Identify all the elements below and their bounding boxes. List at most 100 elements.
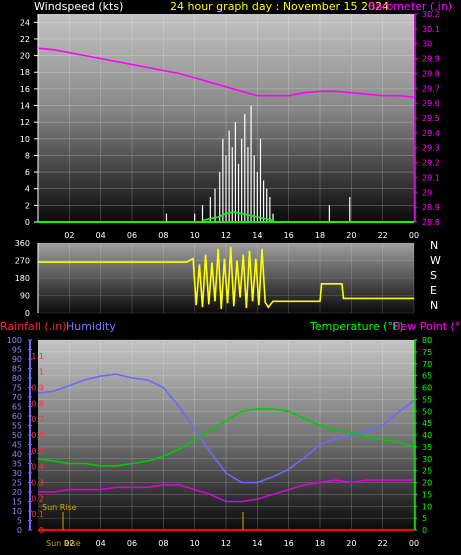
rainfall-tick-label: 0: [39, 526, 44, 535]
direction-tick-label: 270: [15, 257, 30, 266]
direction-tick-label: 180: [15, 274, 30, 283]
rainfall-tick-label: 1.1: [31, 352, 44, 361]
dewpoint-label: Dew Point (°F): [392, 320, 461, 333]
humidity-tick-label: 55: [12, 422, 22, 431]
barometer-tick-label: 29.5: [422, 114, 440, 123]
humidity-tick-label: 0: [17, 526, 22, 535]
compass-label: W: [430, 254, 441, 267]
temperature-tick-label: 50: [422, 407, 432, 416]
sunrise-plot-label: Sun Rise: [42, 503, 77, 512]
x-tick-label: 00: [409, 231, 419, 240]
x-tick-label: 22: [378, 539, 388, 548]
humidity-tick-label: 15: [12, 498, 22, 507]
humidity-tick-label: 70: [12, 393, 22, 402]
rainfall-tick-label: 0.7: [31, 415, 44, 424]
rainfall-tick-label: 0.4: [31, 463, 44, 472]
humidity-tick-label: 60: [12, 412, 22, 421]
x-tick-label: 08: [158, 539, 168, 548]
compass-label: E: [430, 284, 437, 297]
temperature-tick-label: 20: [422, 479, 432, 488]
windspeed-tick-label: 18: [20, 68, 30, 77]
graph-title: 24 hour graph day : November 15 2024: [170, 0, 389, 13]
x-tick-label: 04: [96, 539, 106, 548]
rainfall-tick-label: 0.8: [31, 399, 44, 408]
humidity-tick-label: 40: [12, 450, 22, 459]
x-tick-label: 14: [252, 539, 262, 548]
weather-graph: Windspeed (kts) 24 hour graph day : Nove…: [0, 0, 461, 555]
rainfall-label: Rainfall (.in): [0, 320, 67, 333]
x-tick-label: 02: [64, 231, 74, 240]
windspeed-tick-label: 14: [20, 102, 30, 111]
x-tick-label: 10: [190, 539, 200, 548]
x-tick-label: 12: [221, 539, 231, 548]
barometer-tick-label: 29.8: [422, 69, 440, 78]
windspeed-label: Windspeed (kts): [34, 0, 123, 13]
barometer-tick-label: 29.4: [422, 129, 440, 138]
barometer-tick-label: 30.2: [422, 10, 440, 19]
humidity-label: Humidity: [66, 320, 116, 333]
humidity-tick-label: 65: [12, 403, 22, 412]
temperature-tick-label: 10: [422, 502, 432, 511]
temperature-tick-label: 5: [422, 514, 427, 523]
barometer-tick-label: 29.9: [422, 55, 440, 64]
humidity-tick-label: 20: [12, 488, 22, 497]
barometer-tick-label: 29: [422, 188, 432, 197]
temperature-tick-label: 35: [422, 443, 432, 452]
rainfall-tick-label: 0.5: [31, 447, 44, 456]
barometer-tick-label: 29.3: [422, 144, 440, 153]
barometer-tick-label: 29.1: [422, 173, 440, 182]
temperature-tick-label: 55: [422, 395, 432, 404]
humidity-tick-label: 50: [12, 431, 22, 440]
compass-label: N: [430, 239, 438, 252]
x-tick-label: 18: [315, 231, 325, 240]
temperature-tick-label: 40: [422, 431, 432, 440]
windspeed-tick-label: 12: [20, 118, 30, 127]
temperature-tick-label: 80: [422, 336, 432, 345]
humidity-tick-label: 100: [7, 336, 22, 345]
direction-tick-label: 0: [25, 309, 30, 318]
barometer-tick-label: 30: [422, 40, 432, 49]
direction-tick-label: 90: [20, 292, 30, 301]
windspeed-tick-label: 10: [20, 135, 30, 144]
barometer-tick-label: 30.1: [422, 25, 440, 34]
compass-label: N: [430, 299, 438, 312]
windspeed-tick-label: 0: [25, 218, 30, 227]
rainfall-tick-label: 0.6: [31, 431, 44, 440]
humidity-tick-label: 35: [12, 460, 22, 469]
direction-tick-label: 360: [15, 239, 30, 248]
rainfall-tick-label: 0.3: [31, 479, 44, 488]
humidity-tick-label: 5: [17, 517, 22, 526]
windspeed-tick-label: 2: [25, 201, 30, 210]
x-tick-label: 04: [96, 231, 106, 240]
x-tick-label: 16: [284, 231, 294, 240]
x-tick-label: 18: [315, 539, 325, 548]
x-tick-label: 06: [127, 231, 137, 240]
barometer-tick-label: 29.2: [422, 159, 440, 168]
humidity-tick-label: 75: [12, 384, 22, 393]
rainfall-tick-label: 1: [39, 368, 44, 377]
x-tick-label: 08: [158, 231, 168, 240]
humidity-tick-label: 85: [12, 365, 22, 374]
temperature-tick-label: 70: [422, 360, 432, 369]
compass-label: S: [430, 269, 437, 282]
rainfall-tick-label: 0.2: [31, 494, 44, 503]
windspeed-tick-label: 20: [20, 52, 30, 61]
temperature-tick-label: 45: [422, 419, 432, 428]
windspeed-tick-label: 4: [25, 185, 30, 194]
weather-graph-svg: Windspeed (kts) 24 hour graph day : Nove…: [0, 0, 461, 548]
x-tick-label: 20: [346, 539, 356, 548]
windspeed-tick-label: 6: [25, 168, 30, 177]
rainfall-tick-label: 0.9: [31, 384, 44, 393]
humidity-tick-label: 10: [12, 507, 22, 516]
temperature-label: Temperature (°F): [309, 320, 404, 333]
x-tick-label: 20: [346, 231, 356, 240]
humidity-tick-label: 25: [12, 479, 22, 488]
temperature-tick-label: 65: [422, 372, 432, 381]
temperature-tick-label: 15: [422, 490, 432, 499]
temperature-tick-label: 75: [422, 348, 432, 357]
windspeed-tick-label: 8: [25, 151, 30, 160]
windspeed-tick-label: 16: [20, 85, 30, 94]
barometer-tick-label: 29.6: [422, 99, 440, 108]
x-tick-label: 16: [284, 539, 294, 548]
temperature-tick-label: 30: [422, 455, 432, 464]
